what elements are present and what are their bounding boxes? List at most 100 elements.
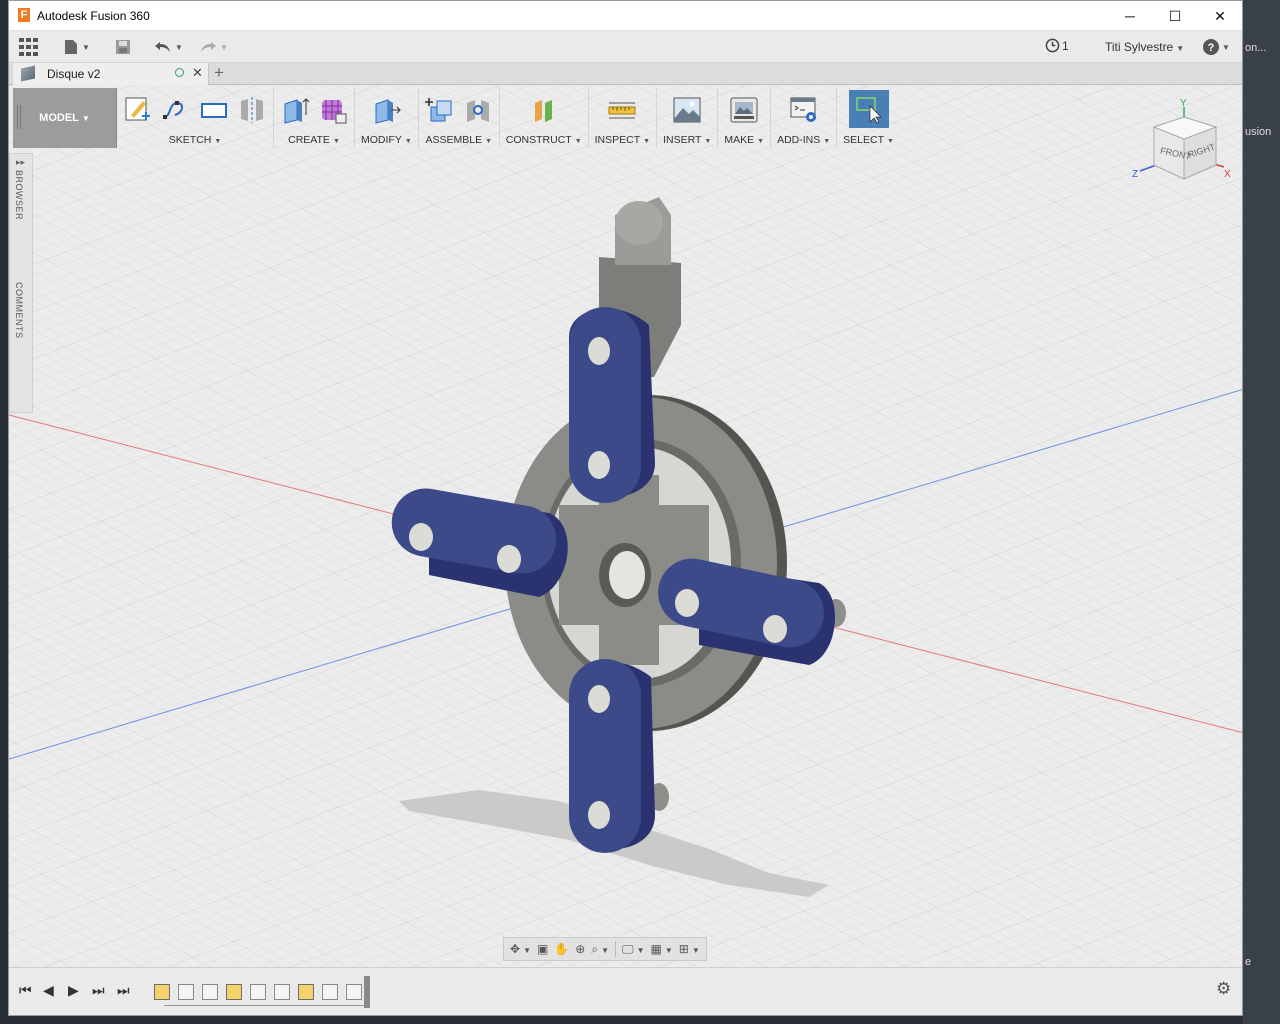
make-label: MAKE [724,134,755,146]
go-to-start-icon[interactable]: ⏮ [19,982,32,999]
select-label: SELECT [843,134,885,146]
construct-menu[interactable]: CONSTRUCT ▼ [506,134,582,146]
expand-panel-icon[interactable]: ▸▸ [16,157,25,168]
form-icon[interactable] [318,95,348,125]
close-tab-icon[interactable]: ✕ [192,65,203,81]
press-pull-icon[interactable] [371,95,402,125]
timeline-track [164,1005,364,1006]
grid-settings-icon[interactable]: ▦ ▼ [651,942,673,956]
insert-group[interactable]: INSERT ▼ [657,88,719,148]
joint-icon[interactable] [463,95,493,125]
file-icon[interactable]: ▼ [63,36,90,58]
sketch-menu[interactable]: SKETCH ▼ [169,134,222,146]
pan-icon[interactable]: ✋ [554,942,569,956]
construct-group[interactable]: CONSTRUCT ▼ [500,88,589,148]
select-icon[interactable] [848,90,889,128]
clock-icon [1045,38,1060,53]
new-component-icon[interactable] [424,95,455,125]
sync-status-icon [175,68,184,77]
select-group[interactable]: SELECT ▼ [837,88,900,148]
insert-menu[interactable]: INSERT ▼ [663,134,711,146]
timeline-marker[interactable] [364,976,370,1008]
undo-icon[interactable]: ▼ [154,36,183,58]
display-settings-icon[interactable]: 🖵 ▼ [622,942,645,957]
spline-icon[interactable] [161,95,191,125]
look-at-icon[interactable]: ▣ [537,942,548,956]
job-status[interactable]: 1 [1045,38,1069,53]
redo-icon[interactable]: ▼ [199,36,228,58]
select-menu[interactable]: SELECT ▼ [843,134,894,146]
title-bar[interactable]: F Autodesk Fusion 360 ─ ☐ ✕ [9,1,1242,31]
model-canvas[interactable]: MODEL ▼ SKETCH ▼ CREATE ▼ MODIFY ▼ ASSEM… [9,85,1242,967]
mirror-icon[interactable] [237,95,267,125]
document-name: Disque v2 [47,67,101,81]
measure-icon[interactable] [607,95,637,125]
grid-icon[interactable] [19,36,39,58]
make-group[interactable]: MAKE ▼ [718,88,772,148]
create-menu[interactable]: CREATE ▼ [288,134,340,146]
insert-image-icon[interactable] [672,95,702,125]
offset-plane-icon[interactable] [529,95,559,125]
modify-menu[interactable]: MODIFY ▼ [361,134,412,146]
zoom-icon[interactable]: ⊕ [575,942,585,956]
minimize-button[interactable]: ─ [1107,1,1153,31]
step-back-icon[interactable]: ◀ [43,982,54,999]
viewcube-y-label: Y [1180,98,1187,109]
timeline-sketch-feature[interactable] [298,984,314,1000]
timeline-extrude-feature[interactable] [250,984,266,1000]
timeline-extrude-feature[interactable] [274,984,290,1000]
toolbar-grip[interactable] [17,105,21,129]
new-tab-button[interactable]: + [214,63,224,83]
viewcube[interactable]: FRONT RIGHT Y X Z [1124,97,1234,187]
create-group[interactable]: CREATE ▼ [274,88,355,148]
timeline-extrude-feature[interactable] [322,984,338,1000]
workspace-label: MODEL [39,112,79,124]
play-icon[interactable]: ▶ [68,982,79,999]
timeline-extrude-feature[interactable] [346,984,362,1000]
timeline-sketch-feature[interactable] [154,984,170,1000]
inspect-menu[interactable]: INSPECT ▼ [595,134,650,146]
document-tab[interactable]: Disque v2 ✕ [13,63,209,85]
rectangle-icon[interactable] [199,95,229,125]
window-title: Autodesk Fusion 360 [37,9,150,23]
scripts-icon[interactable] [789,95,819,125]
step-forward-icon[interactable]: ⏭ [92,982,105,999]
timeline-extrude-feature[interactable] [178,984,194,1000]
modify-group[interactable]: MODIFY ▼ [355,88,419,148]
sketch-label: SKETCH [168,134,212,146]
go-to-end-icon[interactable]: ⏭ [117,982,130,999]
workspace-switcher[interactable]: MODEL ▼ [13,88,117,148]
make-menu[interactable]: MAKE ▼ [724,134,764,146]
viewports-icon[interactable]: ⊞ ▼ [679,942,700,956]
help-icon[interactable]: ? ▼ [1203,36,1230,58]
link-bottom[interactable] [569,659,655,853]
side-panel: ▸▸ BROWSER COMMENTS [9,153,33,413]
3d-print-icon[interactable] [729,95,759,125]
browser-panel-toggle[interactable]: BROWSER [14,170,24,220]
extrude-icon[interactable] [280,95,310,125]
help-glyph: ? [1208,42,1215,54]
background-text-1: on... [1245,42,1267,54]
background-text-3: e [1245,956,1252,968]
link-top[interactable] [569,307,655,503]
gear-icon[interactable]: ⚙ [1216,979,1231,999]
construct-label: CONSTRUCT [505,134,572,146]
3d-viewport[interactable] [9,85,1242,967]
orbit-icon[interactable]: ✥ ▼ [510,942,531,956]
timeline-sketch-feature[interactable] [226,984,242,1000]
assemble-menu[interactable]: ASSEMBLE ▼ [426,134,493,146]
timeline-extrude-feature[interactable] [202,984,218,1000]
save-icon[interactable] [115,36,131,58]
addins-label: ADD-INS [777,134,821,146]
maximize-button[interactable]: ☐ [1152,1,1198,31]
comments-panel-toggle[interactable]: COMMENTS [14,282,24,339]
user-menu[interactable]: Titi Sylvestre ▼ [1105,40,1184,54]
close-button[interactable]: ✕ [1197,1,1242,31]
sketch-group[interactable]: SKETCH ▼ [117,88,274,148]
inspect-group[interactable]: INSPECT ▼ [589,88,658,148]
addins-group[interactable]: ADD-INS ▼ [771,88,838,148]
assemble-group[interactable]: ASSEMBLE ▼ [419,88,500,148]
create-sketch-icon[interactable] [123,95,153,125]
addins-menu[interactable]: ADD-INS ▼ [777,134,830,146]
fit-icon[interactable]: ⌕ ▼ [591,942,609,957]
